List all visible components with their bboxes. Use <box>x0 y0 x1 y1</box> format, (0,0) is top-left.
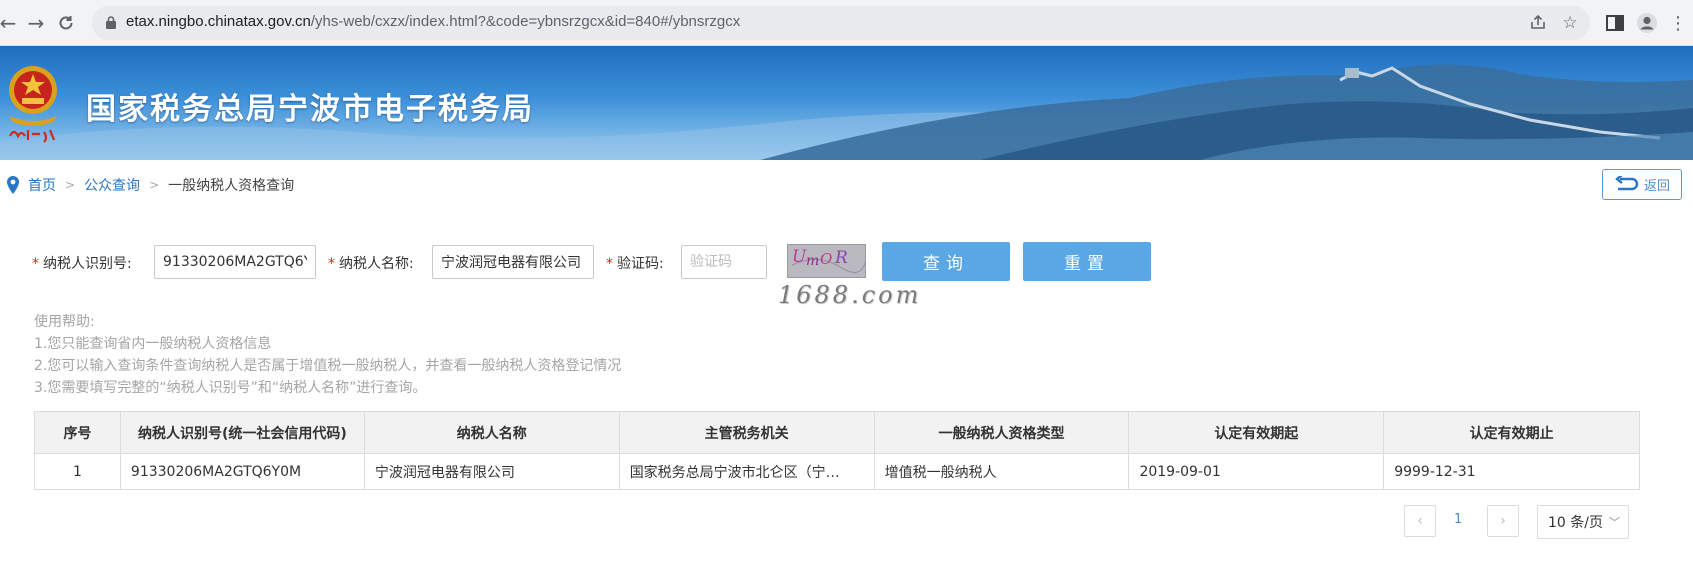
cell-valid-to: 9999-12-31 <box>1383 453 1640 490</box>
page-size-select[interactable]: 10 条/页 ﹀ <box>1537 505 1629 539</box>
current-page-number[interactable]: 1 <box>1454 512 1462 527</box>
cell-taxpayer-name: 宁波润冠电器有限公司 <box>363 453 620 490</box>
back-arrow-icon[interactable]: ← <box>0 9 22 37</box>
back-button[interactable]: 返回 <box>1602 169 1682 200</box>
help-line: 1.您只能查询省内一般纳税人资格信息 <box>34 336 272 352</box>
forward-arrow-icon[interactable]: → <box>22 9 50 37</box>
breadcrumb-public-query-link[interactable]: 公众查询 <box>84 175 140 195</box>
chevron-right-icon: > <box>65 178 76 192</box>
captcha-input[interactable] <box>681 245 767 279</box>
cell-index: 1 <box>34 453 121 490</box>
col-header-valid-to: 认定有效期止 <box>1383 411 1640 454</box>
col-header-tax-authority: 主管税务机关 <box>618 411 875 454</box>
browser-toolbar: ← → etax.ningbo.chinatax.gov.cn/yhs-web/… <box>0 0 1693 46</box>
results-table: 序号 纳税人识别号(统一社会信用代码) 纳税人名称 主管税务机关 一般纳税人资格… <box>34 411 1640 490</box>
share-icon[interactable] <box>1528 13 1548 33</box>
col-header-taxpayer-id: 纳税人识别号(统一社会信用代码) <box>119 411 365 454</box>
col-header-index: 序号 <box>34 411 121 454</box>
chevron-down-icon: ﹀ <box>1608 516 1620 529</box>
url-text: etax.ningbo.chinatax.gov.cn/yhs-web/cxzx… <box>126 13 741 30</box>
lock-icon <box>106 16 116 29</box>
back-button-label: 返回 <box>1643 179 1670 194</box>
reload-icon[interactable] <box>52 9 80 37</box>
chevron-right-icon: > <box>149 178 160 192</box>
captcha-image[interactable]: U m O R <box>787 244 866 278</box>
col-header-valid-from: 认定有效期起 <box>1128 411 1385 454</box>
table-row: 1 91330206MA2GTQ6Y0M 宁波润冠电器有限公司 国家税务总局宁波… <box>34 453 1640 490</box>
bookmark-star-icon[interactable]: ☆ <box>1560 13 1580 33</box>
prev-page-button[interactable]: ‹ <box>1404 505 1436 537</box>
chevron-left-icon: ‹ <box>1417 513 1423 529</box>
breadcrumb: 首页 > 公众查询 > 一般纳税人资格查询 <box>6 174 294 196</box>
location-pin-icon <box>7 176 19 194</box>
col-header-taxpayer-name: 纳税人名称 <box>363 411 620 454</box>
col-header-qualification-type: 一般纳税人资格类型 <box>873 411 1130 454</box>
help-line: 2.您可以输入查询条件查询纳税人是否属于增值税一般纳税人，并查看一般纳税人资格登… <box>34 358 622 374</box>
cell-taxpayer-id: 91330206MA2GTQ6Y0M <box>119 453 365 490</box>
site-title: 国家税务总局宁波市电子税务局 <box>86 92 534 127</box>
watermark-text: 1688.com <box>778 281 922 309</box>
cell-qualification-type: 增值税一般纳税人 <box>873 453 1130 490</box>
taxpayer-name-label: * 纳税人名称: <box>328 256 414 272</box>
return-arrow-icon <box>1615 175 1639 190</box>
cell-tax-authority: 国家税务总局宁波市北仑区（宁… <box>618 453 875 490</box>
taxpayer-name-input[interactable] <box>432 245 594 279</box>
query-button[interactable]: 查询 <box>882 242 1010 281</box>
table-header-row: 序号 纳税人识别号(统一社会信用代码) 纳税人名称 主管税务机关 一般纳税人资格… <box>34 411 1640 454</box>
menu-kebab-icon[interactable]: ⋮ <box>1664 9 1692 37</box>
cell-valid-from: 2019-09-01 <box>1128 453 1385 490</box>
chevron-right-icon: › <box>1500 513 1506 529</box>
site-banner: 国家税务总局宁波市电子税务局 <box>0 46 1693 160</box>
breadcrumb-current: 一般纳税人资格查询 <box>168 178 295 194</box>
help-section: 使用帮助: 1.您只能查询省内一般纳税人资格信息 2.您可以输入查询条件查询纳税… <box>34 311 621 399</box>
side-panel-icon[interactable] <box>1604 12 1626 34</box>
taxpayer-id-label: * 纳税人识别号: <box>32 256 132 272</box>
tax-emblem-logo <box>9 66 57 143</box>
next-page-button[interactable]: › <box>1487 505 1519 537</box>
profile-avatar-icon[interactable] <box>1636 12 1658 34</box>
address-bar[interactable]: etax.ningbo.chinatax.gov.cn/yhs-web/cxzx… <box>92 6 1590 40</box>
captcha-label: * 验证码: <box>606 256 664 272</box>
help-title: 使用帮助: <box>34 314 95 330</box>
help-line: 3.您需要填写完整的“纳税人识别号”和“纳税人名称”进行查询。 <box>34 380 427 396</box>
taxpayer-id-input[interactable] <box>154 245 316 279</box>
breadcrumb-home-link[interactable]: 首页 <box>28 175 56 195</box>
page-size-value: 10 条/页 <box>1548 515 1603 531</box>
reset-button[interactable]: 重置 <box>1023 242 1151 281</box>
